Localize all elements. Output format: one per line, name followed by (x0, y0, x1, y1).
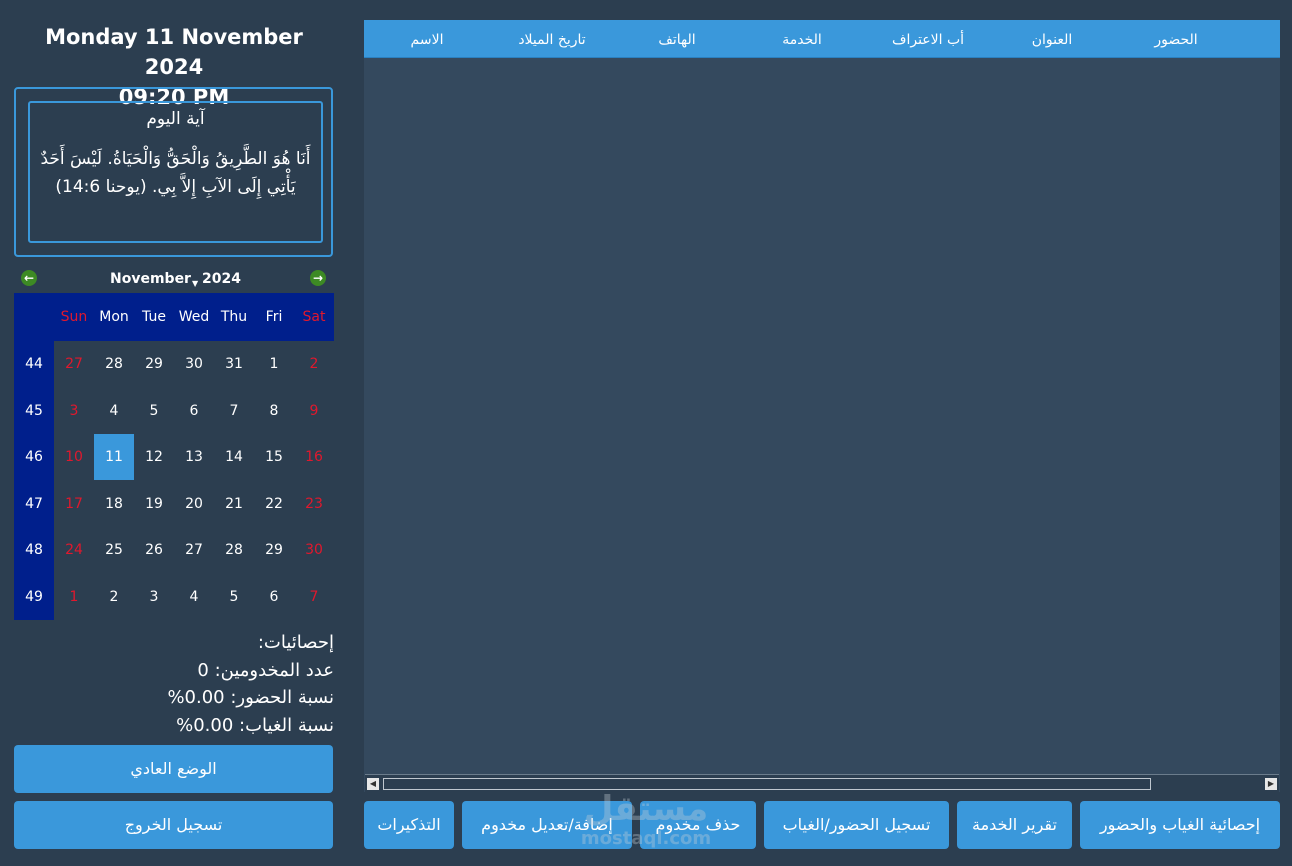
record-attendance-button[interactable]: تسجيل الحضور/الغياب (764, 801, 949, 849)
table-header: الحضور العنوان أب الاعتراف الخدمة الهاتف… (364, 20, 1280, 58)
calendar-day[interactable]: 17 (54, 481, 94, 527)
previous-month-icon[interactable]: ← (21, 270, 37, 286)
calendar-day[interactable]: 12 (134, 434, 174, 480)
calendar-day[interactable]: 30 (294, 527, 334, 573)
current-date: Monday 11 November 2024 (45, 25, 303, 79)
calendar-day[interactable]: 4 (94, 388, 134, 434)
next-month-icon[interactable]: → (310, 270, 326, 286)
weekday-thu: Thu (220, 309, 248, 325)
verse-panel: آية اليوم أَنَا هُوَ الطَّرِيقُ وَالْحَق… (14, 87, 333, 257)
calendar-day[interactable]: 16 (294, 434, 334, 480)
reminders-button[interactable]: التذكيرات (364, 801, 454, 849)
calendar-day[interactable]: 28 (214, 527, 254, 573)
member-count: عدد المخدومين: 0 (197, 659, 334, 681)
calendar-navigation: ← November▼ 2024 → (14, 268, 334, 292)
week-number: 45 (25, 402, 43, 419)
delete-member-button[interactable]: حذف مخدوم (640, 801, 756, 849)
statistics-title: إحصائيات: (257, 632, 334, 653)
attendance-statistics-button[interactable]: إحصائية الغياب والحضور (1080, 801, 1280, 849)
calendar-day[interactable]: 5 (214, 574, 254, 620)
weekday-mon: Mon (99, 309, 129, 325)
weekday-sat: Sat (302, 309, 326, 325)
week-number: 49 (25, 588, 43, 605)
calendar-day[interactable]: 18 (94, 481, 134, 527)
weekday-wed: Wed (178, 309, 210, 325)
calendar-day[interactable]: 25 (94, 527, 134, 573)
year-selector[interactable]: 2024 (202, 271, 241, 287)
calendar-day[interactable]: 1 (254, 341, 294, 387)
service-report-button[interactable]: تقرير الخدمة (957, 801, 1072, 849)
scroll-left-icon[interactable]: ◀ (367, 778, 379, 790)
horizontal-scrollbar[interactable]: ◀ ▶ (365, 774, 1279, 793)
column-phone[interactable]: الهاتف (658, 20, 695, 57)
column-service[interactable]: الخدمة (782, 20, 822, 57)
column-attendance[interactable]: الحضور (1154, 20, 1197, 57)
calendar-grid: Sun Mon Tue Wed Thu Fri Sat 44 27 28 29 30 31 1 2 45 3 4 5… (14, 293, 334, 620)
calendar-day[interactable]: 3 (54, 388, 94, 434)
weekday-fri: Fri (265, 309, 283, 325)
calendar-day[interactable]: 31 (214, 341, 254, 387)
calendar-day[interactable]: 8 (254, 388, 294, 434)
absence-rate: نسبة الغياب: 0.00% (176, 714, 334, 736)
calendar-day[interactable]: 2 (294, 341, 334, 387)
calendar-day[interactable]: 14 (214, 434, 254, 480)
calendar-day[interactable]: 6 (254, 574, 294, 620)
week-number: 48 (25, 542, 43, 558)
calendar-day[interactable]: 13 (174, 434, 214, 480)
week-number: 47 (25, 495, 43, 512)
calendar-day[interactable]: 4 (174, 574, 214, 620)
calendar-day[interactable]: 6 (174, 388, 214, 434)
calendar-day[interactable]: 20 (174, 481, 214, 527)
week-number: 44 (25, 356, 43, 372)
calendar-day[interactable]: 22 (254, 481, 294, 527)
verse-text: أَنَا هُوَ الطَّرِيقُ وَالْحَقُّ وَالْحَ… (40, 149, 311, 197)
normal-mode-button[interactable]: الوضع العادي (14, 745, 333, 793)
weekday-sun: Sun (60, 309, 88, 325)
calendar-day[interactable]: 3 (134, 574, 174, 620)
calendar-day[interactable]: 23 (294, 481, 334, 527)
calendar-day[interactable]: 27 (174, 527, 214, 573)
calendar-day[interactable]: 21 (214, 481, 254, 527)
calendar-day[interactable]: 2 (94, 574, 134, 620)
calendar-day[interactable]: 11 (94, 434, 134, 480)
column-name[interactable]: الاسم (411, 20, 444, 57)
week-number: 46 (25, 449, 43, 465)
weekday-tue: Tue (142, 309, 166, 325)
month-selector[interactable]: November▼ (110, 271, 198, 288)
calendar-day[interactable]: 7 (214, 388, 254, 434)
verse-box: آية اليوم أَنَا هُوَ الطَّرِيقُ وَالْحَق… (28, 101, 323, 243)
month-label: November (110, 271, 191, 287)
scrollbar-thumb[interactable] (383, 778, 1151, 790)
calendar-day[interactable]: 15 (254, 434, 294, 480)
calendar-day[interactable]: 5 (134, 388, 174, 434)
calendar-day[interactable]: 27 (54, 341, 94, 387)
members-table: الحضور العنوان أب الاعتراف الخدمة الهاتف… (364, 20, 1280, 793)
chevron-down-icon: ▼ (191, 279, 199, 288)
logout-button[interactable]: تسجيل الخروج (14, 801, 333, 849)
attendance-rate: نسبة الحضور: 0.00% (167, 687, 334, 708)
calendar-day[interactable]: 26 (134, 527, 174, 573)
calendar-day[interactable]: 9 (294, 388, 334, 434)
calendar-day[interactable]: 1 (54, 574, 94, 620)
calendar-day[interactable]: 7 (294, 574, 334, 620)
statistics-panel: إحصائيات: عدد المخدومين: 0 نسبة الحضور: … (14, 629, 334, 739)
calendar-day[interactable]: 10 (54, 434, 94, 480)
column-confession-father[interactable]: أب الاعتراف (892, 20, 964, 57)
calendar-day[interactable]: 29 (254, 527, 294, 573)
column-address[interactable]: العنوان (1032, 20, 1073, 57)
verse-title: آية اليوم (146, 109, 205, 129)
calendar-day[interactable]: 30 (174, 341, 214, 387)
calendar-day[interactable]: 19 (134, 481, 174, 527)
calendar-day[interactable]: 28 (94, 341, 134, 387)
calendar-day[interactable]: 24 (54, 527, 94, 573)
column-birth-date[interactable]: تاريخ الميلاد (518, 20, 585, 57)
add-edit-member-button[interactable]: إضافة/تعديل مخدوم (462, 801, 632, 849)
scroll-right-icon[interactable]: ▶ (1265, 778, 1277, 790)
calendar-day[interactable]: 29 (134, 341, 174, 387)
